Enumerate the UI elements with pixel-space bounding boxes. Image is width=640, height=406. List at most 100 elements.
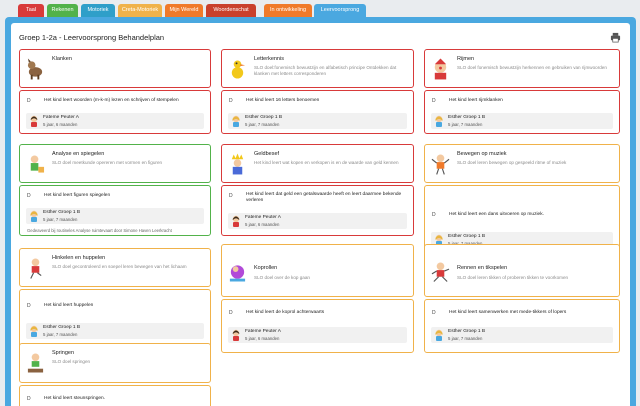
indicator-text: Het kind leert samenwerken met mede-tikk… [449, 310, 567, 315]
goal-title: Rennen en tikspelen [457, 265, 508, 271]
child-block-illustration [30, 155, 45, 173]
tab-leervoorsprong[interactable]: Leervoorsprong [314, 4, 366, 17]
child-row[interactable]: Esther Groep 1 B 5 jaar, 7 maanden [431, 113, 613, 129]
tab-creta-motoriek[interactable]: Creta-Motoriek [118, 4, 162, 17]
child-name: Esther Groep 1 B [43, 325, 81, 330]
child-name: Esther Groep 1 B [448, 234, 486, 239]
child-age: 5 jaar, 6 maanden [245, 222, 280, 227]
level-badge: D [27, 303, 31, 309]
goal-title: Rijmen [457, 56, 475, 62]
level-badge: D [229, 98, 233, 104]
child-avatar-icon [30, 210, 38, 222]
indicator-text: Het kind leert een dans uitvoeren op muz… [449, 212, 544, 217]
indicator-card-klanken[interactable]: D Het kind leert woorden (m-k-m) lezen e… [19, 90, 211, 134]
level-badge: D [229, 193, 233, 199]
child-row[interactable]: Fateme Peuter A 5 jaar, 6 maanden [228, 213, 407, 229]
indicator-text: Het kind leert huppelen [44, 303, 94, 308]
goal-card-rijmen[interactable]: Rijmen SLO doel fonemisch bewustzijn her… [424, 49, 620, 88]
indicator-card-rennen-en-tikspelen[interactable]: D Het kind leert samenwerken met mede-ti… [424, 299, 620, 353]
level-badge: D [432, 310, 436, 316]
goal-description: SLO doel:fonemisch bewustzijn en alfabet… [254, 65, 397, 76]
child-avatar-icon [30, 325, 38, 337]
tab-woordenschat[interactable]: Woordenschat [206, 4, 256, 17]
content-panel: Groep 1-2a - Leervoorsprong Behandelplan… [11, 23, 630, 406]
goal-card-klanken[interactable]: Klanken [19, 49, 211, 88]
goal-description: SLO doel gecontroleerd en soepel leren b… [52, 264, 187, 269]
goal-title: Hinkelen en huppelen [52, 255, 106, 261]
level-badge: D [432, 212, 436, 218]
child-avatar-icon [30, 115, 38, 127]
king-illustration [231, 153, 244, 175]
indicator-card-geldbesef[interactable]: D Het kind leert dat geld een getalswaar… [221, 185, 414, 236]
printer-icon[interactable] [610, 32, 621, 43]
indicator-text: Het kind leert de koprol achterwaarts [246, 310, 325, 315]
indicator-card-rijmen[interactable]: D Het kind leert rijmklanken Esther Groe… [424, 90, 620, 134]
goal-card-springen[interactable]: Springen SLO doel springen [19, 343, 211, 383]
indicator-text: Het kind leert steunspringen. [44, 396, 106, 401]
rolling-child-illustration [229, 265, 246, 282]
indicator-text: Het kind leert 16 letters benoemen [246, 98, 320, 103]
tab-bar: Taal Rekenen Motoriek Creta-Motoriek Mij… [0, 0, 640, 17]
tab-in-ontwikkeling[interactable]: In ontwikkeling [264, 4, 312, 17]
child-age: 5 jaar, 7 maanden [245, 122, 280, 127]
level-badge: D [27, 98, 31, 104]
indicator-card-letterkennis[interactable]: D Het kind leert 16 letters benoemen Est… [221, 90, 414, 134]
goal-title: Analyse en spiegelen [52, 151, 105, 157]
goal-title: Geldbesef [254, 151, 280, 157]
running-child-illustration [431, 262, 450, 282]
child-name: Esther Groep 1 B [245, 115, 283, 120]
clown-illustration [434, 58, 447, 80]
child-avatar-icon [232, 215, 240, 227]
child-row[interactable]: Esther Groep 1 B 5 jaar, 7 maanden [26, 208, 204, 224]
child-avatar-icon [232, 329, 240, 341]
goal-card-letterkennis[interactable]: Letterkennis SLO doel:fonemisch bewustzi… [221, 49, 414, 88]
child-age: 5 jaar, 7 maanden [448, 122, 483, 127]
tab-mijn-wereld[interactable]: Mijn Wereld [165, 4, 203, 17]
goal-card-koprollen[interactable]: Koprollen SLO doel over de kop gaan [221, 244, 414, 297]
goal-card-analyse-en-spiegelen[interactable]: Analyse en spiegelen SLO doel meetkunde … [19, 144, 211, 183]
jumping-child-illustration [27, 353, 44, 373]
tab-motoriek[interactable]: Motoriek [81, 4, 115, 17]
goal-title: Bewegen op muziek [457, 151, 507, 157]
child-row[interactable]: Esther Groep 1 B 5 jaar, 7 maanden [228, 113, 407, 129]
indicator-card-koprollen[interactable]: D Het kind leert de koprol achterwaarts … [221, 299, 414, 353]
indicator-text: Het kind leert rijmklanken [449, 98, 503, 103]
goal-card-rennen-en-tikspelen[interactable]: Rennen en tikspelen SLO doel leren tikke… [424, 244, 620, 297]
goal-card-geldbesef[interactable]: Geldbesef Het kind leert wat kopen en ve… [221, 144, 414, 183]
level-badge: D [27, 396, 31, 402]
child-row[interactable]: Esther Groep 1 B 5 jaar, 7 maanden [26, 323, 204, 339]
hopping-child-illustration [30, 258, 42, 279]
child-name: Fateme Peuter A [245, 329, 281, 334]
child-name: Esther Groep 1 B [448, 329, 486, 334]
indicator-card-analyse-en-spiegelen[interactable]: D Het kind leert figuren spiegelen Esthe… [19, 185, 211, 236]
indicator-text: Het kind leert woorden (m-k-m) lezen en … [44, 98, 179, 103]
child-row[interactable]: Esther Groep 1 B 5 jaar, 7 maanden [431, 327, 613, 343]
level-badge: D [27, 193, 31, 199]
child-row[interactable]: Fateme Peuter A 5 jaar, 6 maanden [228, 327, 407, 343]
goal-description: SLO doel leren bewegen op gespeeld ritme… [457, 160, 567, 165]
goal-description: SLO doel springen [52, 359, 91, 364]
goal-description: SLO doel over de kop gaan [254, 275, 310, 280]
child-avatar-icon [435, 115, 443, 127]
deactivation-note: Gedeaveerd bij routineles Analyse ruimte… [27, 228, 172, 233]
child-age: 5 jaar, 7 maanden [43, 332, 78, 337]
child-name: Esther Groep 1 B [43, 210, 81, 215]
goal-title: Springen [52, 350, 75, 356]
indicator-card-springen[interactable]: D Het kind leert steunspringen. [19, 385, 211, 406]
big-bird-illustration [231, 60, 246, 79]
child-age: 5 jaar, 6 maanden [43, 122, 78, 127]
child-age: 5 jaar, 6 maanden [245, 336, 280, 341]
tab-taal[interactable]: Taal [18, 4, 44, 17]
indicator-text: Het kind leert dat geld een getalswaarde… [246, 192, 402, 203]
goal-description: SLO doel leren tikken of proberen tikken… [457, 275, 569, 280]
goal-description: Het kind leert wat kopen en verkopen is … [254, 160, 399, 165]
tab-rekenen[interactable]: Rekenen [47, 4, 78, 17]
child-row[interactable]: Fateme Peuter A 5 jaar, 6 maanden [26, 113, 204, 129]
goal-description: SLO doel fonemisch bewustzijn herkennen … [457, 65, 607, 70]
child-name: Fateme Peuter A [43, 115, 79, 120]
goal-description: SLO doel meetkunde opereren met vormen e… [52, 160, 163, 165]
goal-card-bewegen-op-muziek[interactable]: Bewegen op muziek SLO doel leren bewegen… [424, 144, 620, 183]
goal-card-hinkelen-en-huppelen[interactable]: Hinkelen en huppelen SLO doel gecontrole… [19, 248, 211, 287]
dancing-child-illustration [431, 154, 450, 175]
level-badge: D [432, 98, 436, 104]
